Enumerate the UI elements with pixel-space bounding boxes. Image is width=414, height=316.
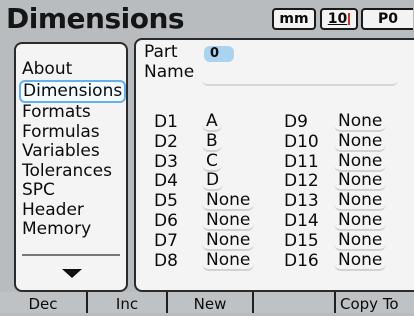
- dimension-label: D9: [284, 112, 308, 132]
- dimension-value-d4[interactable]: D: [202, 171, 224, 192]
- dimension-row-d12: D12 None: [284, 171, 414, 192]
- dimension-row-d6: D6 None: [154, 211, 284, 231]
- dimension-label: D5: [154, 191, 178, 212]
- dimension-value-d15[interactable]: None: [334, 231, 387, 251]
- dimension-label: D2: [154, 131, 178, 152]
- dimension-value-d3[interactable]: C: [202, 152, 222, 172]
- menu-item-formulas[interactable]: Formulas: [22, 122, 126, 143]
- dimension-value-d11[interactable]: None: [334, 152, 387, 172]
- dimension-label: D14: [284, 211, 319, 231]
- unit-indicator[interactable]: mm: [272, 8, 316, 30]
- dimension-label: D6: [154, 211, 178, 231]
- dimension-label: D16: [284, 250, 319, 271]
- dimension-row-d5: D5 None: [154, 191, 284, 212]
- softkey-copy-to[interactable]: Copy To: [336, 292, 414, 313]
- part-label: Part: [144, 42, 178, 62]
- dimension-label: D3: [154, 151, 178, 172]
- dimension-row-d16: D16 None: [284, 251, 414, 271]
- menu-item-formats[interactable]: Formats: [22, 102, 126, 123]
- dimension-value-d10[interactable]: None: [334, 132, 387, 152]
- dimension-row-d8: D8 None: [154, 251, 284, 271]
- dimension-label: D7: [154, 230, 178, 251]
- dimension-label: D4: [154, 171, 178, 192]
- dimension-value-d8[interactable]: None: [202, 251, 255, 271]
- dimension-row-d10: D10 None: [284, 132, 414, 152]
- dimension-row-d15: D15 None: [284, 231, 414, 251]
- dimension-row-d13: D13 None: [284, 191, 414, 212]
- dimension-row-d4: D4 D: [154, 171, 284, 192]
- dimension-label: D10: [284, 131, 319, 152]
- dimension-value-d13[interactable]: None: [334, 191, 387, 212]
- dimension-row-d3: D3 C: [154, 152, 284, 172]
- softkey-dec[interactable]: Dec: [0, 292, 88, 313]
- menu-item-tolerances[interactable]: Tolerances: [22, 161, 126, 182]
- softkey-bar: Dec Inc New Copy To: [0, 292, 414, 313]
- dimension-value-d5[interactable]: None: [202, 191, 255, 212]
- menu-item-about[interactable]: About: [22, 59, 126, 80]
- menu-item-dimensions[interactable]: Dimensions: [19, 79, 126, 103]
- dimension-value-d6[interactable]: None: [202, 211, 255, 231]
- settings-menu: About Dimensions Formats Formulas Variables T…: [14, 42, 128, 292]
- dimension-value-d9[interactable]: None: [334, 112, 387, 132]
- dimension-row-d9: D9 None: [284, 112, 414, 132]
- dimension-value-d2[interactable]: B: [202, 132, 222, 152]
- dimension-label: D15: [284, 230, 319, 251]
- dimension-value-d12[interactable]: None: [334, 171, 387, 192]
- datum-marker-icon: [348, 13, 351, 25]
- dimensions-panel: Part 0 Name D1 A D2 B D3 C D4 D D5 None D6 None D7 No…: [134, 38, 414, 292]
- dimension-label: D1: [154, 112, 178, 132]
- page-title: Dimensions: [6, 2, 185, 35]
- scroll-down-icon[interactable]: [62, 269, 82, 278]
- dimension-row-d11: D11 None: [284, 152, 414, 172]
- dimension-label: D8: [154, 250, 178, 271]
- name-field[interactable]: [202, 78, 398, 86]
- dimension-label: D11: [284, 151, 319, 172]
- dimension-value-d7[interactable]: None: [202, 231, 255, 251]
- name-label: Name: [144, 62, 195, 82]
- dimension-label: D12: [284, 171, 319, 192]
- softkey-inc[interactable]: Inc: [88, 292, 168, 313]
- dimension-row-d1: D1 A: [154, 112, 284, 132]
- part-number-field[interactable]: 0: [204, 46, 234, 62]
- softkey-blank[interactable]: [254, 292, 336, 313]
- dimension-label: D13: [284, 191, 319, 212]
- datum-value: 10: [327, 11, 348, 27]
- menu-divider: [22, 254, 120, 256]
- menu-item-memory[interactable]: Memory: [22, 219, 126, 240]
- preset-indicator[interactable]: P0: [361, 8, 413, 30]
- dimension-value-d1[interactable]: A: [202, 112, 222, 132]
- dimension-row-d14: D14 None: [284, 211, 414, 231]
- softkey-new[interactable]: New: [168, 292, 254, 313]
- menu-item-spc[interactable]: SPC: [22, 180, 126, 201]
- datum-indicator[interactable]: 10: [320, 8, 358, 30]
- menu-item-variables[interactable]: Variables: [22, 141, 126, 162]
- dimension-row-d2: D2 B: [154, 132, 284, 152]
- menu-item-header[interactable]: Header: [22, 200, 126, 221]
- dimension-value-d14[interactable]: None: [334, 211, 387, 231]
- dimension-row-d7: D7 None: [154, 231, 284, 251]
- menu-list: About Dimensions Formats Formulas Variables T…: [19, 59, 126, 240]
- dimension-value-d16[interactable]: None: [334, 251, 387, 271]
